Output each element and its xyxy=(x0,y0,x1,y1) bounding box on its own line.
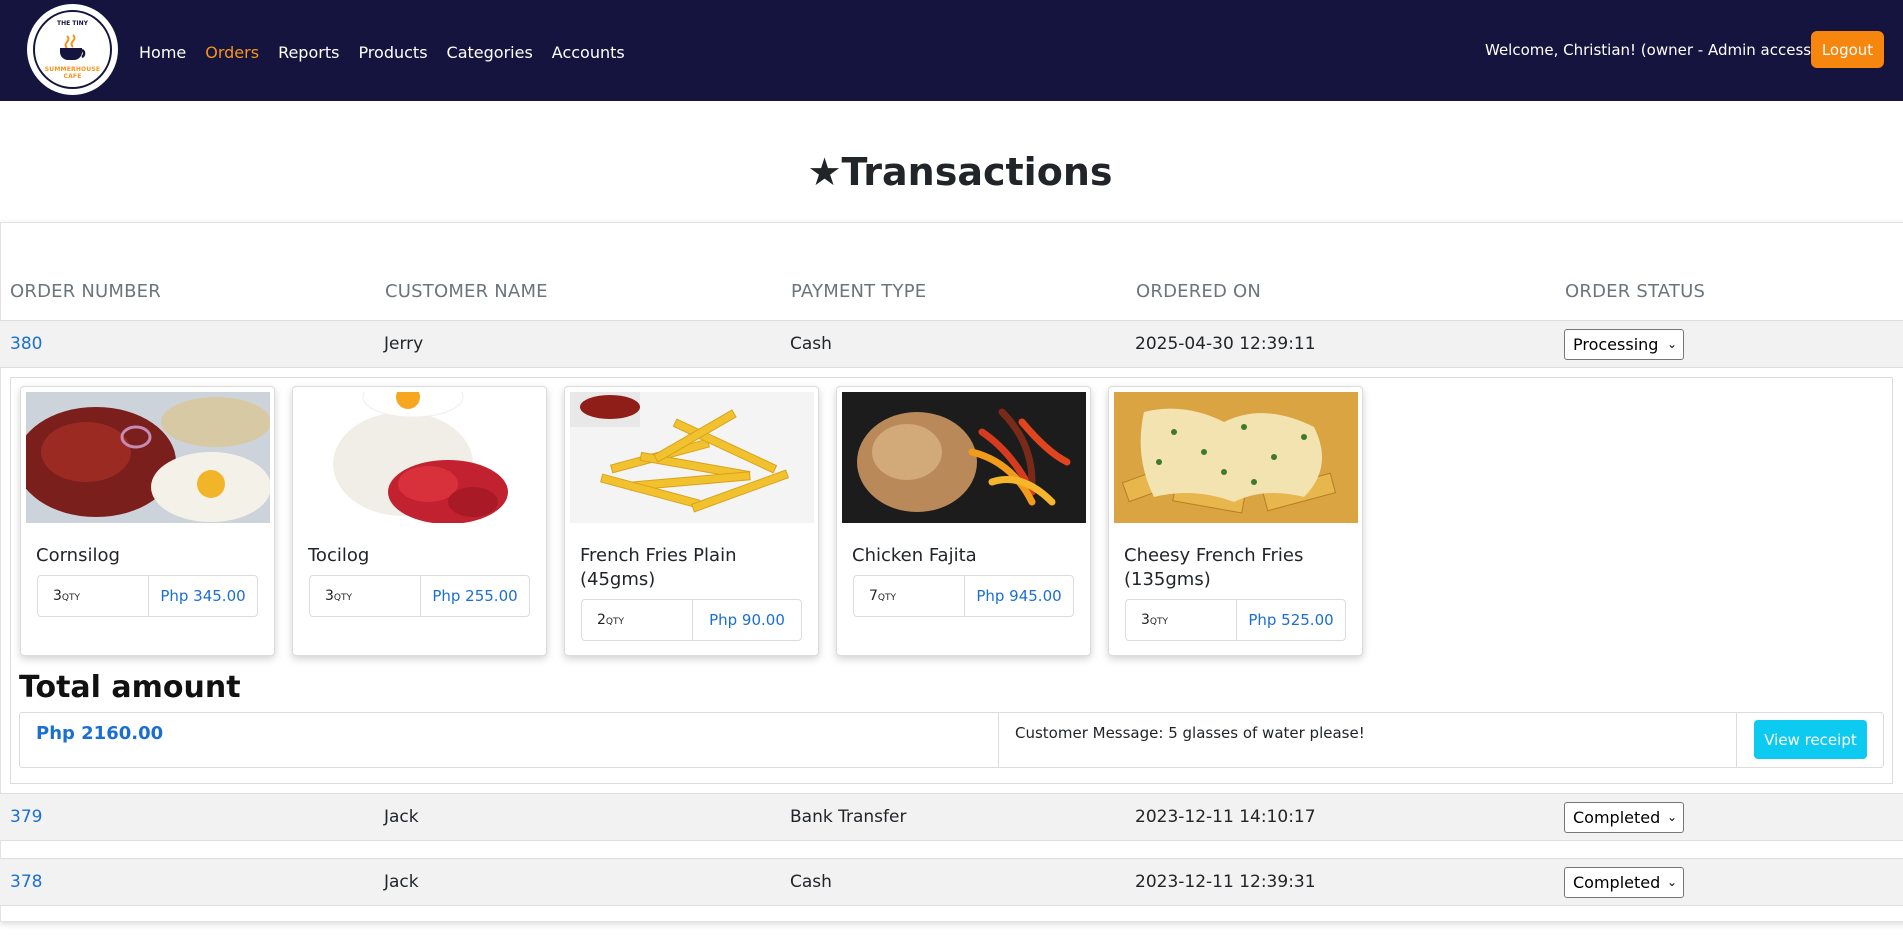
header-order-status: ORDER STATUS xyxy=(1565,281,1706,302)
product-image-french-fries xyxy=(570,392,814,523)
product-qty-price: 2QTY Php 90.00 xyxy=(581,599,802,641)
product-name: Chicken Fajita xyxy=(852,545,977,566)
total-amount-label: Total amount xyxy=(19,670,241,705)
logo-ring: THE TINY SUMMERHOUSE CAFE xyxy=(33,10,112,89)
product-price: Php 90.00 xyxy=(709,611,785,629)
product-name: French Fries Plain (45gms) xyxy=(580,545,737,590)
order-status-select[interactable]: Completed ⌄ xyxy=(1564,802,1684,833)
product-image-tocilog xyxy=(298,392,542,523)
table-row[interactable]: 378 Jack Cash 2023-12-11 12:39:31 Comple… xyxy=(0,858,1903,906)
product-qty-price: 7QTY Php 945.00 xyxy=(853,575,1074,617)
product-card: Cornsilog 3QTY Php 345.00 xyxy=(20,386,275,656)
product-image-cornsilog xyxy=(26,392,270,523)
status-value: Completed xyxy=(1573,873,1661,892)
total-amount-box: Php 2160.00 Customer Message: 5 glasses … xyxy=(19,712,1884,768)
product-card: Tocilog 3QTY Php 255.00 xyxy=(292,386,547,656)
header-customer-name: CUSTOMER NAME xyxy=(385,281,548,302)
order-detail-panel: Cornsilog 3QTY Php 345.00 Tocilog 3QTY P… xyxy=(10,377,1893,784)
payment-type: Cash xyxy=(790,334,832,354)
welcome-text: Welcome, Christian! (owner - Admin acces… xyxy=(1485,41,1817,59)
total-amount-value: Php 2160.00 xyxy=(36,723,164,744)
product-card: Chicken Fajita 7QTY Php 945.00 xyxy=(836,386,1091,656)
customer-name: Jack xyxy=(384,807,419,827)
product-qty: 3QTY xyxy=(53,588,81,604)
chevron-down-icon: ⌄ xyxy=(1666,337,1677,351)
logout-button[interactable]: Logout xyxy=(1811,31,1884,68)
nav-accounts[interactable]: Accounts xyxy=(552,40,625,66)
customer-message: Customer Message: 5 glasses of water ple… xyxy=(1015,724,1365,742)
product-price: Php 945.00 xyxy=(976,587,1062,605)
customer-name: Jerry xyxy=(384,334,424,354)
status-value: Completed xyxy=(1573,808,1661,827)
order-number-link[interactable]: 378 xyxy=(10,870,42,894)
product-qty-price: 3QTY Php 255.00 xyxy=(309,575,530,617)
order-status-select[interactable]: Processing ⌄ xyxy=(1564,329,1684,360)
table-header: ORDER NUMBER CUSTOMER NAME PAYMENT TYPE … xyxy=(1,279,1903,319)
chevron-down-icon: ⌄ xyxy=(1666,810,1677,824)
nav-orders[interactable]: Orders xyxy=(205,40,259,66)
payment-type: Cash xyxy=(790,872,832,892)
logo-bottom-text: SUMMERHOUSE CAFE xyxy=(44,66,101,80)
header-ordered-on: ORDERED ON xyxy=(1136,281,1262,302)
cafe-logo[interactable]: THE TINY SUMMERHOUSE CAFE xyxy=(27,4,118,95)
nav-home[interactable]: Home xyxy=(139,40,186,66)
table-row[interactable]: 380 Jerry Cash 2025-04-30 12:39:11 Proce… xyxy=(0,320,1903,368)
status-value: Processing xyxy=(1573,335,1659,354)
product-qty: 7QTY xyxy=(869,588,897,604)
table-row[interactable]: 379 Jack Bank Transfer 2023-12-11 14:10:… xyxy=(0,793,1903,841)
product-price: Php 255.00 xyxy=(432,587,518,605)
customer-name: Jack xyxy=(384,872,419,892)
nav-reports[interactable]: Reports xyxy=(278,40,339,66)
product-qty-price: 3QTY Php 345.00 xyxy=(37,575,258,617)
header-order-number: ORDER NUMBER xyxy=(10,281,161,302)
logo-top-text: THE TINY xyxy=(57,20,88,27)
chevron-down-icon: ⌄ xyxy=(1666,875,1677,889)
product-card: French Fries Plain (45gms) 2QTY Php 90.0… xyxy=(564,386,819,656)
nav-products[interactable]: Products xyxy=(358,40,427,66)
product-name: Cornsilog xyxy=(36,545,120,566)
product-image-cheesy-fries xyxy=(1114,392,1358,523)
header-payment-type: PAYMENT TYPE xyxy=(791,281,927,302)
payment-type: Bank Transfer xyxy=(790,807,907,827)
product-card: Cheesy French Fries (135gms) 3QTY Php 52… xyxy=(1108,386,1363,656)
product-qty: 2QTY xyxy=(597,612,625,628)
view-receipt-button[interactable]: View receipt xyxy=(1754,720,1867,759)
product-name: Cheesy French Fries (135gms) xyxy=(1124,545,1304,590)
product-image-chicken-fajita xyxy=(842,392,1086,523)
nav-categories[interactable]: Categories xyxy=(447,40,533,66)
order-number-link[interactable]: 379 xyxy=(10,805,42,829)
order-number-link[interactable]: 380 xyxy=(10,332,42,356)
product-price: Php 525.00 xyxy=(1248,611,1334,629)
top-navbar: THE TINY SUMMERHOUSE CAFE Home Orders Re… xyxy=(0,0,1903,101)
product-qty: 3QTY xyxy=(325,588,353,604)
divider xyxy=(998,713,999,767)
order-status-select[interactable]: Completed ⌄ xyxy=(1564,867,1684,898)
ordered-on: 2025-04-30 12:39:11 xyxy=(1135,334,1316,354)
page-title: ★Transactions xyxy=(807,150,1113,194)
product-qty: 3QTY xyxy=(1141,612,1169,628)
product-name: Tocilog xyxy=(308,545,370,566)
divider xyxy=(1736,713,1737,767)
main-nav: Home Orders Reports Products Categories … xyxy=(139,40,644,66)
product-price: Php 345.00 xyxy=(160,587,246,605)
ordered-on: 2023-12-11 12:39:31 xyxy=(1135,872,1316,892)
coffee-cup-icon xyxy=(60,34,86,60)
ordered-on: 2023-12-11 14:10:17 xyxy=(1135,807,1316,827)
product-qty-price: 3QTY Php 525.00 xyxy=(1125,599,1346,641)
